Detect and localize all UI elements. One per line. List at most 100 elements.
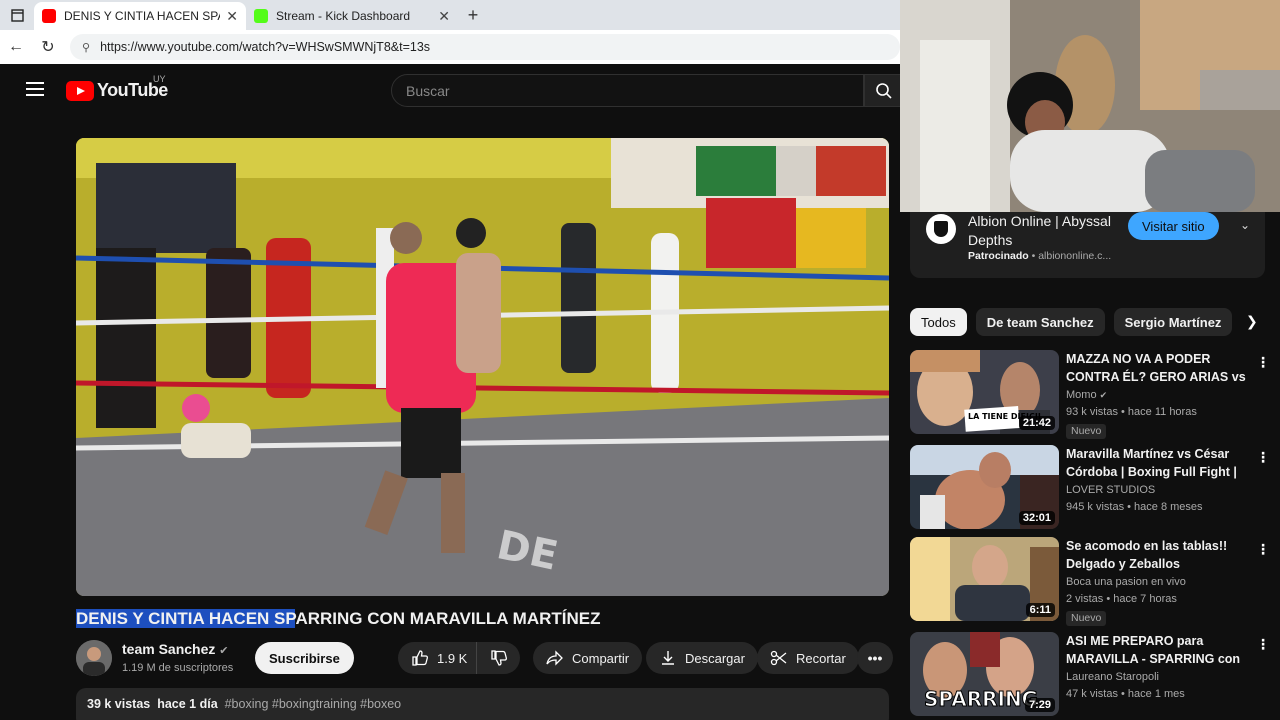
search-input[interactable]: Buscar	[391, 74, 864, 107]
url-text: https://www.youtube.com/watch?v=WHSwSMWN…	[100, 40, 431, 54]
subscriber-count: 1.19 M de suscriptores	[122, 662, 234, 674]
tab-youtube[interactable]: DENIS Y CINTIA HACEN SPARRING ✕	[34, 2, 246, 30]
channel-avatar[interactable]	[76, 640, 112, 676]
view-count: 39 k vistas	[87, 697, 151, 711]
share-label: Compartir	[572, 650, 630, 666]
list-item[interactable]: SPARRING 7:29 ASI ME PREPARO para MARAVI…	[910, 632, 1270, 718]
youtube-play-icon	[66, 80, 94, 101]
rec-title[interactable]: MAZZA NO VA A PODER CONTRA ÉL? GERO ARIA…	[1066, 350, 1250, 386]
more-vertical-icon[interactable]: ⋮	[1256, 636, 1270, 653]
more-vertical-icon[interactable]: ⋮	[1256, 354, 1270, 371]
browser-tabbar: DENIS Y CINTIA HACEN SPARRING ✕ Stream -…	[0, 0, 900, 30]
subscribe-button[interactable]: Suscribirse	[255, 642, 354, 674]
close-tab-icon[interactable]: ✕	[438, 8, 450, 25]
rec-meta: 93 k vistas • hace 11 horas	[1066, 406, 1197, 418]
chevron-down-icon[interactable]: ⌄	[1240, 218, 1250, 232]
tab-title: DENIS Y CINTIA HACEN SPARRING	[64, 9, 220, 23]
clip-label: Recortar	[796, 650, 846, 666]
rec-meta: 2 vistas • hace 7 horas	[1066, 593, 1177, 605]
site-info-icon[interactable]: ⚲	[82, 41, 90, 54]
tab-title: Stream - Kick Dashboard	[276, 9, 411, 23]
chip-todos[interactable]: Todos	[910, 308, 967, 336]
rec-title[interactable]: ASI ME PREPARO para MARAVILLA - SPARRING…	[1066, 632, 1250, 668]
rec-meta: 47 k vistas • hace 1 mes	[1066, 688, 1185, 700]
share-icon	[546, 650, 563, 666]
list-item[interactable]: 32:01 Maravilla Martínez vs César Córdob…	[910, 445, 1270, 531]
duration-badge: 6:11	[1025, 603, 1055, 617]
back-icon[interactable]: ←	[0, 38, 32, 56]
dislike-button[interactable]	[476, 642, 520, 674]
ad-sponsored-label: Patrocinado	[968, 250, 1029, 262]
new-badge: Nuevo	[1066, 424, 1107, 439]
verified-icon: ✔	[1099, 390, 1108, 400]
webcam-overlay	[900, 0, 1280, 212]
new-tab-icon[interactable]: +	[458, 5, 488, 26]
clip-button[interactable]: Recortar	[757, 642, 859, 674]
ad-meta: Patrocinado • albiononline.c...	[968, 250, 1112, 262]
reload-icon[interactable]: ↻	[32, 37, 64, 57]
window-menu-icon[interactable]	[0, 0, 34, 30]
youtube-logo[interactable]: YouTube UY	[66, 74, 168, 101]
like-count: 1.9 K	[437, 650, 468, 666]
more-vertical-icon[interactable]: ⋮	[1256, 541, 1270, 558]
new-badge: Nuevo	[1066, 611, 1107, 626]
webcam-frame	[900, 0, 1280, 212]
channel-name[interactable]: team Sanchez ✔	[122, 641, 228, 657]
video-title: DENIS Y CINTIA HACEN SPARRING CON MARAVI…	[76, 609, 601, 629]
url-field[interactable]: ⚲ https://www.youtube.com/watch?v=WHSwSM…	[70, 34, 900, 60]
list-item[interactable]: 6:11 Se acomodo en las tablas!! Delgado …	[910, 537, 1270, 626]
youtube-header: YouTube UY Buscar	[4, 64, 900, 116]
thumbs-down-icon	[490, 650, 507, 666]
screen: DENIS Y CINTIA HACEN SPARRING ✕ Stream -…	[0, 0, 1280, 720]
channel-name-text: team Sanchez	[122, 641, 216, 657]
scissors-icon	[770, 650, 787, 666]
verified-icon: ✔	[219, 645, 229, 657]
sponsored-ad[interactable]: Albion Online | Abyssal Depths Patrocina…	[910, 212, 1265, 278]
albion-logo-icon	[926, 214, 956, 244]
video-thumbnail[interactable]: 6:11	[910, 537, 1059, 621]
thumbs-up-icon	[412, 650, 428, 666]
visit-site-button[interactable]: Visitar sitio	[1128, 212, 1219, 240]
download-icon	[662, 651, 674, 665]
chevron-right-icon[interactable]: ❯	[1246, 313, 1258, 330]
menu-icon[interactable]	[26, 82, 44, 100]
channel-row: team Sanchez ✔ 1.19 M de suscriptores Su…	[76, 638, 893, 678]
more-actions-button[interactable]: •••	[857, 642, 893, 674]
list-item[interactable]: LA TIENE DIFICIL 21:42 MAZZA NO VA A POD…	[910, 350, 1270, 439]
close-tab-icon[interactable]: ✕	[226, 8, 238, 25]
download-button[interactable]: Descargar	[646, 642, 758, 674]
rec-title[interactable]: Se acomodo en las tablas!! Delgado y Zeb…	[1066, 537, 1250, 573]
chip-sergio-martinez[interactable]: Sergio Martínez	[1113, 308, 1233, 336]
description-box[interactable]: 39 k vistas hace 1 día #boxing #boxingtr…	[76, 688, 889, 720]
video-title-selected: DENIS Y CINTIA HACEN SP	[76, 609, 296, 628]
rec-channel: Momo ✔	[1066, 389, 1107, 401]
ad-title[interactable]: Albion Online | Abyssal Depths	[968, 212, 1128, 250]
video-player[interactable]: DE	[76, 138, 889, 596]
video-thumbnail[interactable]: LA TIENE DIFICIL 21:42	[910, 350, 1059, 434]
video-thumbnail[interactable]: SPARRING 7:29	[910, 632, 1059, 716]
video-frame: DE	[76, 138, 889, 596]
search-button[interactable]	[864, 74, 900, 107]
filter-chips: Todos De team Sanchez Sergio Martínez ❯	[910, 307, 1270, 337]
video-title-rest: ARRING CON MARAVILLA MARTÍNEZ	[295, 609, 601, 628]
more-vertical-icon[interactable]: ⋮	[1256, 449, 1270, 466]
rec-channel: LOVER STUDIOS	[1066, 484, 1156, 496]
browser-addressbar: ← ↻ ⚲ https://www.youtube.com/watch?v=WH…	[0, 30, 900, 64]
search-placeholder: Buscar	[406, 82, 450, 99]
duration-badge: 32:01	[1018, 511, 1055, 525]
duration-badge: 21:42	[1018, 416, 1055, 430]
chip-de-team-sanchez[interactable]: De team Sanchez	[975, 308, 1105, 336]
upload-age: hace 1 día	[157, 697, 218, 711]
sidebar: Albion Online | Abyssal Depths Patrocina…	[900, 212, 1280, 720]
duration-badge: 7:29	[1024, 698, 1055, 712]
tab-kick[interactable]: Stream - Kick Dashboard ✕	[246, 2, 458, 30]
share-button[interactable]: Compartir	[533, 642, 643, 674]
rec-channel-text: Momo	[1066, 389, 1097, 401]
search-icon	[876, 82, 892, 99]
download-label: Descargar	[685, 650, 745, 666]
rec-meta: 945 k vistas • hace 8 meses	[1066, 501, 1203, 513]
hashtags[interactable]: #boxing #boxingtraining #boxeo	[225, 697, 402, 711]
rec-channel: Boca una pasion en vivo	[1066, 576, 1186, 588]
video-thumbnail[interactable]: 32:01	[910, 445, 1059, 529]
rec-title[interactable]: Maravilla Martínez vs César Córdoba | Bo…	[1066, 445, 1250, 481]
